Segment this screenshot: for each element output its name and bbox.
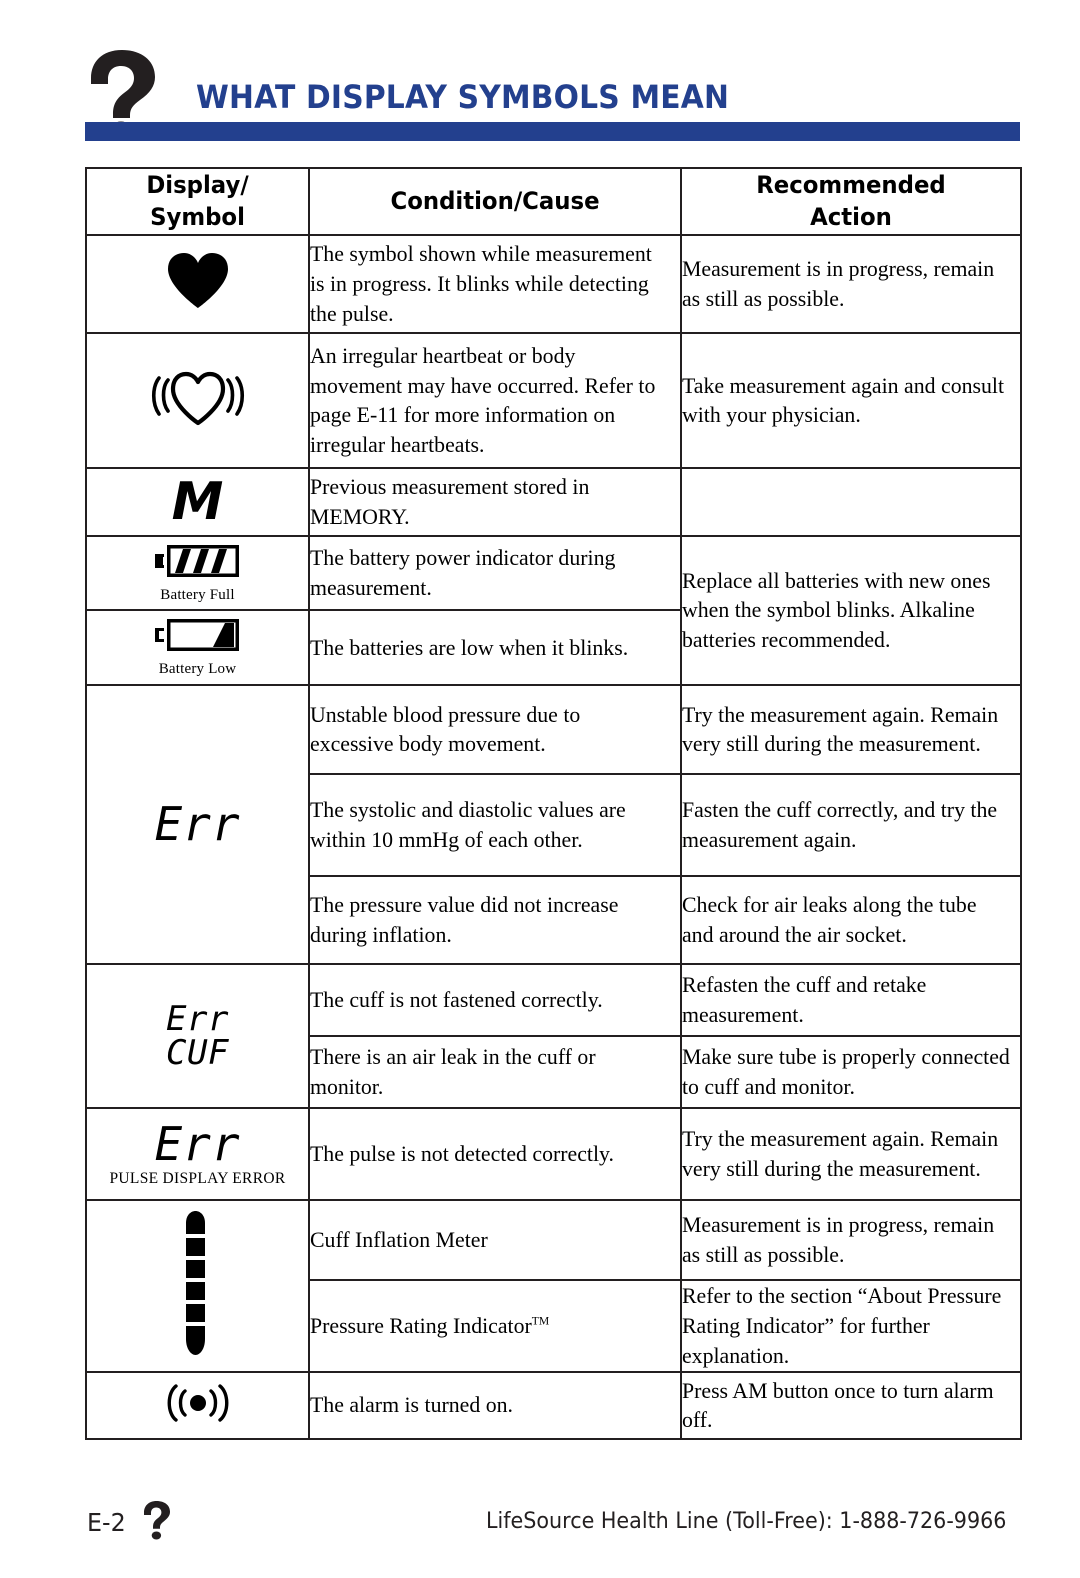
cuf-lcd-text: CUF — [166, 1032, 229, 1073]
header-line-1: Display/ — [146, 171, 249, 199]
condition-text: The batteries are low when it blinks. — [308, 609, 671, 686]
condition-text: The alarm is turned on. — [308, 1370, 671, 1440]
battery-low-icon — [154, 619, 239, 652]
header-line-2: Action — [810, 203, 892, 232]
condition-label: Pressure Rating Indicator — [309, 1312, 532, 1338]
symbol-cell-alarm — [85, 1370, 310, 1440]
table-row: Cuff Inflation Meter Measurement is in p… — [85, 1198, 1021, 1373]
header-line-1: Recommended — [756, 171, 946, 199]
action-text: Refer to the section “About Pressure Rat… — [680, 1278, 1012, 1373]
symbol-caption: PULSE DISPLAY ERROR — [109, 1169, 286, 1187]
action-text: Make sure tube is properly connected to … — [680, 1034, 1012, 1109]
condition-text: The battery power indicator during measu… — [308, 534, 671, 612]
condition-text: The pressure value did not increase duri… — [308, 874, 671, 965]
trademark-superscript: TM — [531, 1313, 550, 1328]
err-lcd-text: Err — [154, 1116, 241, 1171]
table-row: The alarm is turned on. Press AM button … — [85, 1370, 1021, 1440]
err-lcd-text: Err — [154, 797, 241, 852]
display-symbols-table: Display/ Symbol Condition/Cause Recommen… — [85, 167, 1022, 1440]
condition-text: There is an air leak in the cuff or moni… — [308, 1034, 671, 1109]
page-title: WHAT DISPLAY SYMBOLS MEAN — [196, 78, 730, 116]
symbol-caption: Battery Low — [158, 661, 237, 678]
condition-text: Unstable blood pressure due to excessive… — [308, 683, 671, 775]
symbol-cell-heart — [85, 233, 310, 334]
irregular-heartbeat-icon — [151, 371, 244, 425]
condition-text-pressure-rating: Pressure Rating IndicatorTM — [308, 1278, 671, 1373]
battery-full-icon — [154, 544, 239, 577]
table-row: Err Unstable blood pressure due to exces… — [85, 683, 1021, 965]
symbol-cell-battery-low: Battery Low — [85, 609, 310, 686]
condition-text: Previous measurement stored in MEMORY. — [308, 466, 671, 537]
table-row: Err PULSE DISPLAY ERROR The pulse is not… — [85, 1106, 1021, 1201]
table-row: M Previous measurement stored in MEMORY. — [85, 466, 1021, 537]
symbol-caption: Battery Full — [160, 586, 235, 603]
column-header-recommended-action: Recommended Action — [688, 167, 1014, 236]
symbol-cell-inflation-meter — [85, 1198, 310, 1373]
condition-text: The cuff is not fastened correctly. — [308, 962, 671, 1037]
symbol-cell-memory: M — [85, 466, 310, 537]
condition-text: The pulse is not detected correctly. — [308, 1106, 671, 1201]
symbol-cell-err-cuf: Err CUF — [85, 962, 310, 1109]
action-text: Replace all batteries with new ones when… — [680, 534, 1012, 686]
table-header-row: Display/ Symbol Condition/Cause Recommen… — [86, 167, 1021, 236]
page-header: WHAT DISPLAY SYMBOLS MEAN — [0, 0, 1080, 150]
action-text — [680, 466, 1012, 537]
action-text: Fasten the cuff correctly, and try the m… — [680, 772, 1012, 877]
table-row: The symbol shown while measurement is in… — [85, 233, 1021, 334]
column-header-display-symbol: Display/ Symbol — [90, 167, 305, 236]
condition-text: Cuff Inflation Meter — [308, 1198, 671, 1281]
inflation-meter-icon — [185, 1211, 205, 1356]
table-row: An irregular heartbeat or body movement … — [85, 331, 1021, 469]
condition-text: An irregular heartbeat or body movement … — [308, 331, 671, 469]
action-text: Refasten the cuff and retake measurement… — [680, 962, 1012, 1037]
table-row: Battery Full The battery power indicator… — [85, 534, 1021, 686]
action-text: Measurement is in progress, remain as st… — [680, 1198, 1012, 1281]
action-text: Check for air leaks along the tube and a… — [680, 874, 1012, 965]
action-text: Try the measurement again. Remain very s… — [680, 683, 1012, 775]
action-text: Try the measurement again. Remain very s… — [680, 1106, 1012, 1201]
header-line-2: Symbol — [150, 203, 245, 232]
action-text: Measurement is in progress, remain as st… — [680, 233, 1012, 334]
condition-text: The systolic and diastolic values are wi… — [308, 772, 671, 877]
alarm-icon — [167, 1384, 228, 1422]
symbol-cell-err: Err — [85, 683, 310, 965]
page-footer: E-2 LifeSource Health Line (Toll-Free): … — [0, 1500, 1080, 1560]
question-mark-icon — [143, 1500, 171, 1540]
condition-text: The symbol shown while measurement is in… — [308, 233, 671, 334]
symbol-cell-irregular-heartbeat — [85, 331, 310, 469]
column-header-condition-cause: Condition/Cause — [317, 167, 673, 236]
health-line-text: LifeSource Health Line (Toll-Free): 1-88… — [486, 1509, 1007, 1534]
err-lcd-text: Err — [166, 998, 229, 1039]
table-row: Err CUF The cuff is not fastened correct… — [85, 962, 1021, 1109]
memory-m-icon: M — [171, 471, 224, 532]
page-number: E-2 — [87, 1508, 126, 1537]
symbol-cell-battery-full: Battery Full — [85, 534, 310, 612]
action-text: Press AM button once to turn alarm off. — [680, 1370, 1012, 1440]
action-text: Take measurement again and consult with … — [680, 331, 1012, 469]
symbol-cell-err-pulse: Err PULSE DISPLAY ERROR — [85, 1106, 310, 1201]
heart-filled-icon — [167, 253, 228, 309]
title-rule — [85, 122, 1020, 141]
